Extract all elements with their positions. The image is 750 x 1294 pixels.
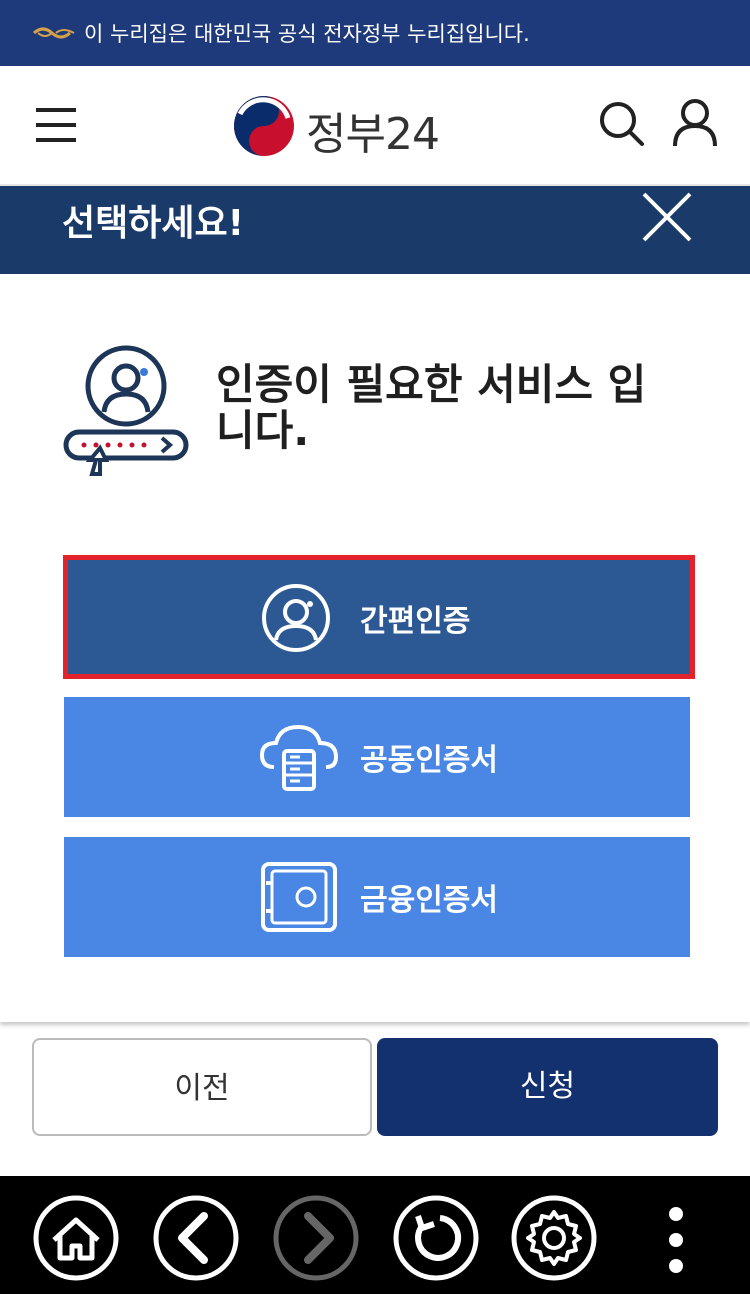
safe-icon [260, 861, 338, 937]
browser-nav-bar [0, 1176, 750, 1294]
joint-certificate-button[interactable]: 공동인증서 [64, 697, 690, 817]
more-icon[interactable] [632, 1194, 720, 1282]
simple-auth-label: 간편인증 [360, 604, 471, 639]
simple-auth-button[interactable]: 간편인증 [64, 558, 690, 678]
modal-header: 선택하세요! [0, 186, 750, 274]
modal-title: 선택하세요! [62, 203, 245, 244]
auth-modal: 선택하세요! 인증이 필요한 서비스 입니다. 간편인증 공동인증서 금융인증서 [0, 186, 750, 1022]
search-icon[interactable] [598, 100, 646, 152]
user-circle-icon [260, 582, 332, 658]
prev-button[interactable]: 이전 [32, 1038, 372, 1136]
back-icon[interactable] [152, 1194, 240, 1282]
menu-icon[interactable] [36, 108, 76, 144]
logo-text: 정부24 [306, 109, 440, 160]
certification-login-icon [62, 342, 192, 486]
site-header: 정부24 [0, 66, 750, 186]
apply-button[interactable]: 신청 [377, 1038, 718, 1136]
forward-icon[interactable] [272, 1194, 360, 1282]
financial-certificate-label: 금융인증서 [360, 883, 498, 918]
home-icon[interactable] [32, 1194, 120, 1282]
auth-required-message: 인증이 필요한 서비스 입니다. [216, 360, 647, 455]
settings-icon[interactable] [510, 1194, 598, 1282]
gov24-logo[interactable]: 정부24 [232, 94, 452, 160]
close-icon[interactable] [640, 190, 694, 244]
refresh-icon[interactable] [392, 1194, 480, 1282]
taegeuk-logo-icon [234, 96, 294, 156]
gov-banner: 이 누리집은 대한민국 공식 전자정부 누리집입니다. [0, 0, 750, 66]
gov-banner-text: 이 누리집은 대한민국 공식 전자정부 누리집입니다. [84, 22, 530, 46]
joint-certificate-label: 공동인증서 [360, 743, 498, 778]
user-icon[interactable] [672, 98, 718, 152]
government-mark-icon [32, 24, 76, 46]
cloud-server-icon [259, 721, 340, 797]
financial-certificate-button[interactable]: 금융인증서 [64, 837, 690, 957]
